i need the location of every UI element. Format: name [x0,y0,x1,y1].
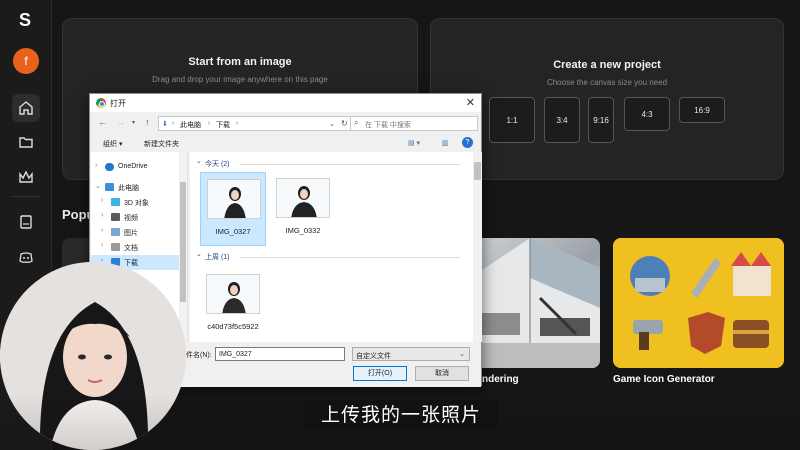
breadcrumb-sep-icon: › [236,120,239,127]
document-icon [111,243,120,251]
files-scrollbar[interactable] [473,152,482,342]
game-icons-image [613,238,784,368]
ratio-16-9-button[interactable]: 16:9 [679,97,725,123]
ratio-9-16-button[interactable]: 9:16 [588,97,614,143]
group-divider [240,257,460,258]
search-input[interactable]: 在 下载 中搜索 [350,116,478,131]
breadcrumb-downloads[interactable]: 下载 [216,120,230,130]
crown-icon[interactable] [12,163,40,191]
cloud-icon [105,163,114,171]
architecture-image [470,238,600,368]
file-thumbnail [207,179,261,219]
back-icon[interactable]: ← [98,117,107,127]
tree-label-downloads: 下载 [124,260,138,267]
tree-label-videos: 视频 [124,215,138,222]
new-folder-button[interactable]: 新建文件夹 [144,139,179,149]
file-name-img-0332: IMG_0332 [285,226,321,235]
group-divider [240,164,460,165]
tree-item-videos[interactable]: › 视频 [91,210,179,225]
dialog-title: 打开 [110,99,126,108]
app-logo[interactable]: S [14,9,36,31]
sidebar-divider [12,196,40,197]
create-card-subtitle: Choose the canvas size you need [546,78,668,87]
nav-scroll-thumb[interactable] [180,182,186,302]
create-card-title: Create a new project [553,59,661,71]
file-type-value: 自定义文件 [356,353,391,360]
file-item-img-0332[interactable]: IMG_0332 [270,172,336,246]
breadcrumb-this-pc[interactable]: 此电脑 [180,120,201,130]
popular-tile-game-icon[interactable] [613,238,784,368]
video-subtitle: 上传我的一张照片 [304,400,498,430]
tree-label-3d-objects: 3D 对象 [124,200,149,207]
recent-dropdown-icon[interactable]: ▾ [132,119,135,126]
popular-tile-rendering[interactable] [470,238,600,368]
file-name-c40d73f5c5922: c40d73f5c5922 [207,322,259,331]
preview-pane-icon[interactable]: ▥ [442,139,449,147]
file-thumbnail [276,178,330,218]
chevron-down-icon: ⌄ [459,351,465,358]
files-scroll-thumb[interactable] [474,162,481,180]
dialog-titlebar: 打开 ✕ [90,94,481,112]
search-icon: ⌕ [354,118,359,127]
discord-icon[interactable] [12,244,40,272]
home-icon[interactable] [12,94,40,122]
breadcrumb-sep-icon: › [172,120,175,127]
tree-label-documents: 文档 [124,245,138,252]
chevron-down-icon[interactable]: ⌄ [196,157,202,165]
tree-item-this-pc[interactable]: ⌄ 此电脑 [91,180,179,195]
file-list-pane: ⌄ 今天 (2) IMG_0327 IMG_0332 ⌄ 上周 (1) c40d… [190,152,482,342]
chrome-icon [96,98,106,108]
folder-icon[interactable] [12,128,40,156]
up-icon[interactable]: ↑ [145,117,150,127]
file-item-c40d73f5c5922[interactable]: c40d73f5c5922 [200,268,266,348]
file-item-img-0327[interactable]: IMG_0327 [200,172,266,246]
refresh-icon[interactable]: ↻ [341,119,348,128]
close-icon[interactable]: ✕ [466,96,475,109]
file-name-label: 件名(N): [186,352,212,359]
address-row: ← → ▾ ↑ ⬇ › 此电脑 › 下载 › ⌄ ↻ 在 下载 中搜索 ⌕ [90,114,481,134]
tree-item-pictures[interactable]: › 图片 [91,225,179,240]
picture-icon [111,228,120,236]
ratio-4-3-button[interactable]: 4:3 [624,97,670,131]
file-name-img-0327: IMG_0327 [215,227,251,236]
video-icon [111,213,120,221]
chevron-down-icon[interactable]: ⌄ [196,250,202,258]
tree-label-onedrive: OneDrive [118,163,148,170]
cube-icon [111,198,120,206]
tree-item-documents[interactable]: › 文档 [91,240,179,255]
app-window: S f Start from an image Drag and drop yo… [0,0,800,450]
ratio-3-4-button[interactable]: 3:4 [544,97,580,143]
download-folder-icon: ⬇ [162,121,168,128]
forward-icon[interactable]: → [116,117,125,127]
organize-button[interactable]: 组织 ▾ [103,139,122,149]
breadcrumb-sep-icon: › [208,120,211,127]
dialog-toolbar: 组织 ▾ 新建文件夹 ▤ ▾ ▥ ? [90,135,481,151]
file-type-select[interactable]: 自定义文件 ⌄ [352,347,470,361]
start-card-subtitle: Drag and drop your image anywhere on thi… [152,75,328,84]
tile-label-rendering: ndering [482,374,519,385]
book-icon[interactable] [12,208,40,236]
group-header-last-week[interactable]: 上周 (1) [205,252,230,262]
ratio-1-1-button[interactable]: 1:1 [489,97,535,143]
group-header-today[interactable]: 今天 (2) [205,159,230,169]
cancel-button[interactable]: 取消 [415,366,469,381]
file-thumbnail [206,274,260,314]
open-button[interactable]: 打开(O) [353,366,407,381]
tree-item-3d-objects[interactable]: › 3D 对象 [91,195,179,210]
address-dropdown-icon[interactable]: ⌄ [329,120,335,128]
tile-label-game-icon: Game Icon Generator [613,374,715,385]
file-name-input[interactable]: IMG_0327 [215,347,345,361]
tree-label-pictures: 图片 [124,230,138,237]
help-icon[interactable]: ? [462,137,473,148]
computer-icon [105,183,114,191]
view-options-icon[interactable]: ▤ ▾ [408,139,420,147]
tree-label-this-pc: 此电脑 [118,185,139,192]
avatar[interactable]: f [13,48,39,74]
create-project-card: Create a new project Choose the canvas s… [430,18,784,180]
nav-scrollbar[interactable] [179,152,187,342]
tree-item-onedrive[interactable]: › OneDrive [91,160,179,175]
start-card-title: Start from an image [188,56,292,68]
